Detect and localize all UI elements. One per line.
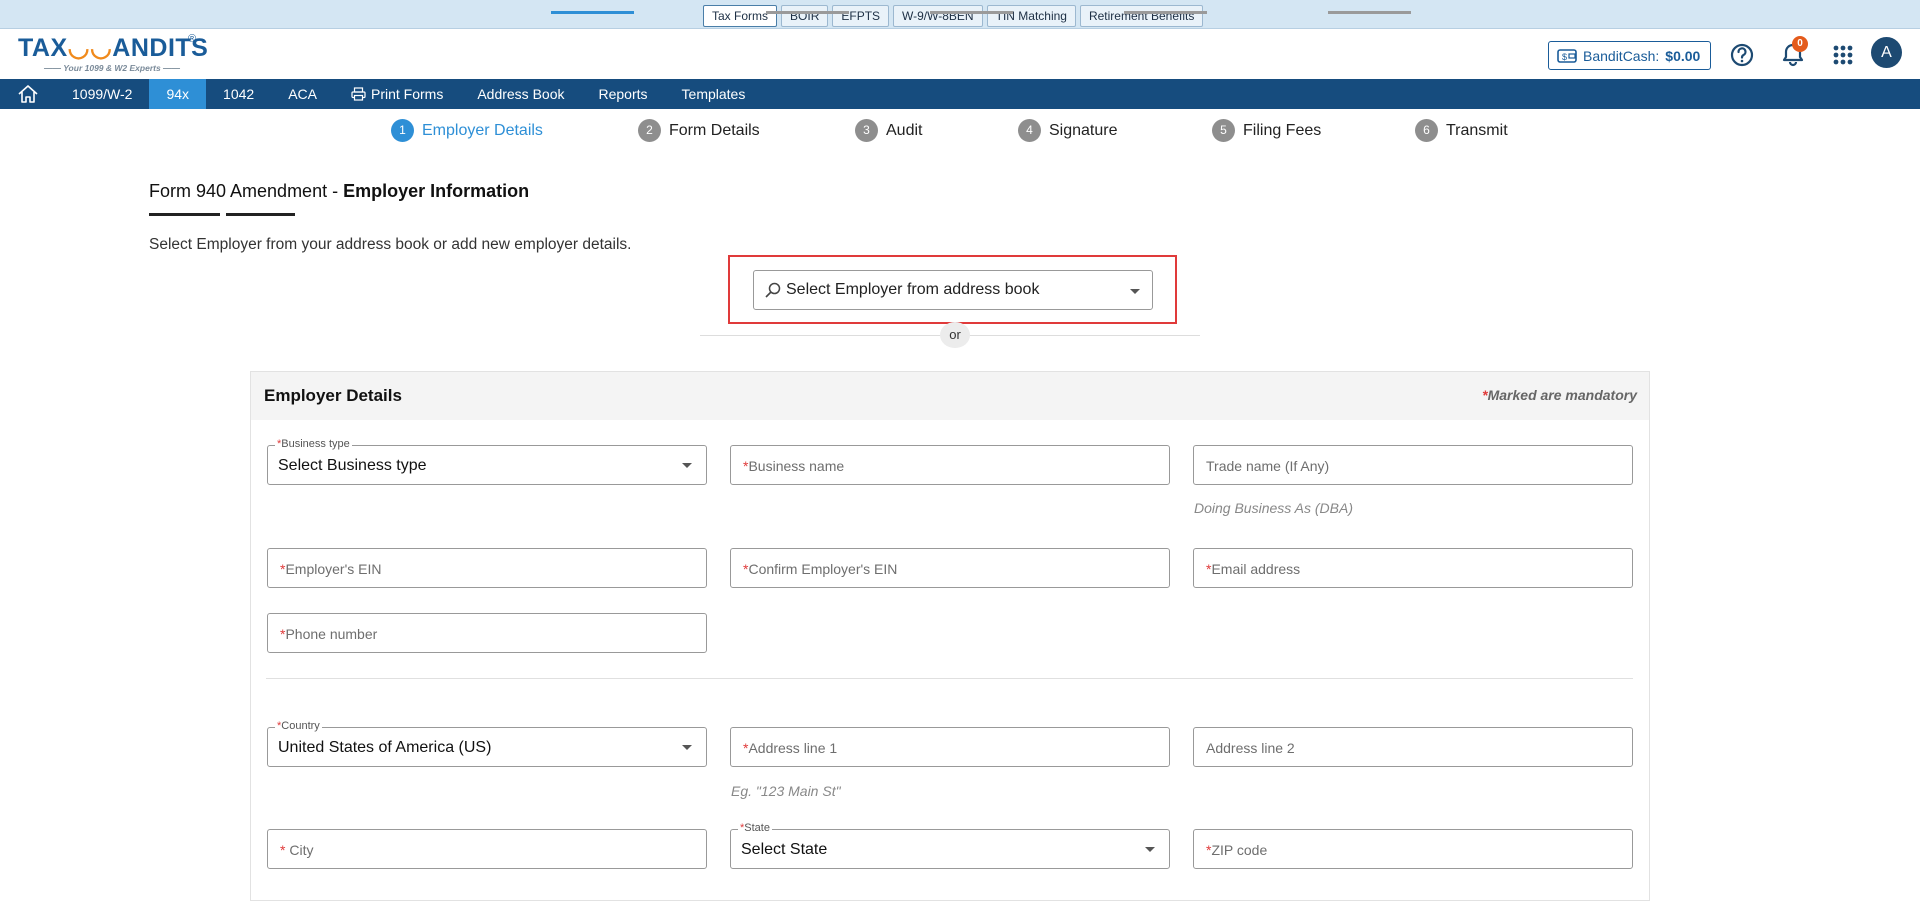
step-connector xyxy=(551,11,634,14)
address-helper: Eg. "123 Main St" xyxy=(731,783,841,799)
chevron-down-icon xyxy=(1130,289,1140,294)
nav-templates[interactable]: Templates xyxy=(665,79,763,109)
top-tab-retirement-benefits[interactable]: Retirement Benefits xyxy=(1079,5,1204,27)
employer-ein-field[interactable]: *Employer's EIN xyxy=(267,548,707,588)
step-transmit[interactable]: 6 Transmit xyxy=(1415,119,1508,142)
nav-94x[interactable]: 94x xyxy=(149,79,207,109)
logo[interactable]: TAX◡◡ANDITS ® —— Your 1099 & W2 Experts … xyxy=(18,33,208,75)
page-subtitle: Select Employer from your address book o… xyxy=(149,236,632,253)
or-separator: or xyxy=(940,322,970,348)
home-icon xyxy=(17,85,38,103)
city-field[interactable]: * City xyxy=(267,829,707,869)
step-connector xyxy=(766,11,849,14)
employer-address-book-select[interactable]: Select Employer from address book xyxy=(753,270,1153,310)
top-tab-tax-forms[interactable]: Tax Forms xyxy=(703,5,778,27)
business-type-select[interactable]: *Business type Select Business type xyxy=(267,438,707,485)
nav-address-book[interactable]: Address Book xyxy=(460,79,581,109)
mandatory-note: *Marked are mandatory xyxy=(1482,387,1637,403)
nav-print-forms[interactable]: Print Forms xyxy=(334,79,460,109)
logo-tagline: —— Your 1099 & W2 Experts —— xyxy=(44,63,181,73)
step-connector xyxy=(930,11,1013,14)
address-line-1-field[interactable]: *Address line 1 xyxy=(730,727,1170,767)
nav-home[interactable] xyxy=(0,79,55,109)
wallet-icon: $ xyxy=(1557,48,1577,63)
header: TAX◡◡ANDITS ® —— Your 1099 & W2 Experts … xyxy=(0,29,1920,79)
trade-name-field[interactable]: Trade name (If Any) xyxy=(1193,445,1633,485)
owl-mask-icon: ◡◡ xyxy=(67,34,113,62)
bandit-cash-label: BanditCash: xyxy=(1583,47,1660,64)
section-divider xyxy=(266,678,1633,679)
step-connector xyxy=(1328,11,1411,14)
chevron-down-icon xyxy=(1145,847,1155,852)
phone-field[interactable]: *Phone number xyxy=(267,613,707,653)
step-filing-fees[interactable]: 5 Filing Fees xyxy=(1212,119,1321,142)
nav-aca[interactable]: ACA xyxy=(271,79,334,109)
chevron-down-icon xyxy=(682,463,692,468)
step-signature[interactable]: 4 Signature xyxy=(1018,119,1118,142)
nav-1042[interactable]: 1042 xyxy=(206,79,271,109)
top-tab-w9-w8ben[interactable]: W-9/W-8BEN xyxy=(893,5,983,27)
bandit-cash-amount: $0.00 xyxy=(1665,47,1701,64)
step-connector xyxy=(1124,11,1207,14)
zip-code-field[interactable]: *ZIP code xyxy=(1193,829,1633,869)
apps-grid-icon[interactable] xyxy=(1829,41,1857,69)
registered-mark: ® xyxy=(188,33,197,45)
panel-header: Employer Details *Marked are mandatory xyxy=(251,372,1649,420)
top-tab-efpts[interactable]: EFPTS xyxy=(832,5,890,27)
notification-badge: 0 xyxy=(1792,36,1808,52)
title-underline xyxy=(149,213,220,216)
title-underline xyxy=(226,213,295,216)
nav-1099-w2[interactable]: 1099/W-2 xyxy=(55,79,149,109)
search-icon xyxy=(765,282,781,298)
email-field[interactable]: *Email address xyxy=(1193,548,1633,588)
top-strip: Tax Forms BOIR EFPTS W-9/W-8BEN TIN Matc… xyxy=(0,0,1920,29)
panel-title: Employer Details xyxy=(264,386,402,405)
confirm-ein-field[interactable]: *Confirm Employer's EIN xyxy=(730,548,1170,588)
trade-name-helper: Doing Business As (DBA) xyxy=(1194,500,1353,516)
top-tab-tin-matching[interactable]: TIN Matching xyxy=(986,5,1076,27)
svg-text:$: $ xyxy=(1562,52,1567,62)
country-select[interactable]: *Country United States of America (US) xyxy=(267,720,707,767)
step-audit[interactable]: 3 Audit xyxy=(855,119,922,142)
business-name-field[interactable]: *Business name xyxy=(730,445,1170,485)
help-icon[interactable] xyxy=(1728,41,1756,69)
bandit-cash-button[interactable]: $ BanditCash: $0.00 xyxy=(1548,41,1711,70)
page-title: Form 940 Amendment - Employer Informatio… xyxy=(149,181,530,201)
employer-select-placeholder: Select Employer from address book xyxy=(786,281,1040,298)
main-nav: 1099/W-2 94x 1042 ACA Print Forms Addres… xyxy=(0,79,1920,109)
avatar[interactable]: A xyxy=(1871,37,1902,68)
step-employer-details[interactable]: 1 Employer Details xyxy=(391,119,543,142)
top-tabs: Tax Forms BOIR EFPTS W-9/W-8BEN TIN Matc… xyxy=(703,5,1204,27)
chevron-down-icon xyxy=(682,745,692,750)
top-tab-boir[interactable]: BOIR xyxy=(781,5,829,27)
state-select[interactable]: *State Select State xyxy=(730,822,1170,869)
printer-icon xyxy=(351,87,366,101)
step-form-details[interactable]: 2 Form Details xyxy=(638,119,760,142)
nav-reports[interactable]: Reports xyxy=(582,79,665,109)
address-line-2-field[interactable]: Address line 2 xyxy=(1193,727,1633,767)
